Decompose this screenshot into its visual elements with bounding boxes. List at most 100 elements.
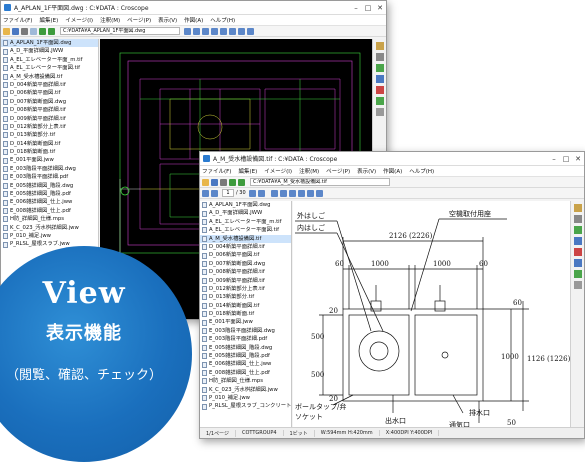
menu-annotate[interactable]: 注釈(M) — [100, 16, 120, 24]
file-list-item[interactable]: A_M_受水槽設備図.tif — [1, 73, 98, 81]
copy-icon[interactable] — [30, 27, 37, 35]
grid-icon[interactable] — [247, 27, 254, 35]
menu-draw[interactable]: 作図(A) — [184, 16, 203, 24]
file-list-item[interactable]: A_EL_エレベーター平面_m.tif — [1, 56, 98, 64]
file-list-item[interactable]: D_013新築部分.tif — [1, 131, 98, 139]
next-page-icon[interactable] — [248, 189, 256, 197]
file-list-item[interactable]: D_009新築平面詳細.tif — [1, 115, 98, 123]
file-list-item[interactable]: E_006雑詳細図_仕上.jww — [1, 198, 98, 206]
arrow-tool-icon[interactable] — [573, 259, 582, 267]
file-list-item[interactable]: D_007新築断面図.dwg — [200, 260, 291, 268]
back-icon[interactable] — [229, 178, 236, 186]
menu-page[interactable]: ページ(P) — [326, 167, 350, 175]
maximize-icon[interactable]: □ — [362, 4, 374, 12]
file-list-item[interactable]: E_006雑詳細図_仕上.jww — [200, 360, 291, 368]
zoom-out-icon[interactable] — [193, 27, 200, 35]
maximize-icon[interactable]: □ — [560, 155, 572, 163]
file-list-item[interactable]: A_EL_エレベーター平面図.tif — [1, 64, 98, 72]
pan-icon[interactable] — [306, 189, 314, 197]
print-icon[interactable] — [220, 178, 227, 186]
menu-annotate[interactable]: 注釈(M) — [299, 167, 319, 175]
file-list-item[interactable]: D_008新築平面詳細.tif — [200, 268, 291, 276]
fit-icon[interactable] — [202, 27, 209, 35]
menu-image[interactable]: イメージ(I) — [65, 16, 93, 24]
layer-icon[interactable] — [238, 27, 245, 35]
rotate-icon[interactable] — [211, 27, 218, 35]
path-field[interactable]: C:¥DATA¥A_APLAN_1F平面図.dwg — [60, 27, 180, 35]
menu-file[interactable]: ファイル(F) — [3, 16, 32, 24]
file-list-item[interactable]: E_003階段平面詳細図.dwg — [1, 165, 98, 173]
close-icon[interactable]: ✕ — [572, 155, 584, 163]
page-number-input[interactable]: 1 — [222, 189, 234, 197]
file-list-item[interactable]: E_005雑詳細図_階段.dwg — [1, 182, 98, 190]
file-list-item[interactable]: E_003階段平面詳細図.dwg — [200, 327, 291, 335]
file-list-item[interactable]: E_005雑詳細図_階段.dwg — [200, 344, 291, 352]
file-list-item[interactable]: E_001平面図.jww — [1, 156, 98, 164]
save-icon[interactable] — [12, 27, 19, 35]
file-list-item[interactable]: E_008雑詳細図_仕上.pdf — [200, 369, 291, 377]
prev-page-icon[interactable] — [211, 189, 218, 197]
zoom-out-icon[interactable] — [279, 189, 287, 197]
file-list-item[interactable]: A_APLAN_1F平面図.dwg — [200, 201, 291, 209]
fit-icon[interactable] — [288, 189, 296, 197]
file-list-item[interactable]: D_018新築断面.tif — [1, 148, 98, 156]
file-list-item[interactable]: P_010_補足.jww — [1, 232, 98, 240]
minimize-icon[interactable]: – — [548, 155, 560, 163]
last-page-icon[interactable] — [257, 189, 265, 197]
file-list-item[interactable]: P_RLSL_屋根スラブ_コンクリート.jww — [200, 402, 291, 410]
stamp-tool-icon[interactable] — [573, 281, 582, 289]
back-icon[interactable] — [39, 27, 46, 35]
menu-image[interactable]: イメージ(I) — [264, 167, 292, 175]
file-list-item[interactable]: D_008新築平面詳細.tif — [1, 106, 98, 114]
file-list-item[interactable]: E_003階段平面詳細.pdf — [200, 335, 291, 343]
file-list-item[interactable]: A_D_平面詳細図.JWW — [200, 209, 291, 217]
file-list-item[interactable]: D_012新築部分上表.tif — [1, 123, 98, 131]
menu-file[interactable]: ファイル(F) — [202, 167, 231, 175]
menu-help[interactable]: ヘルプ(H) — [210, 16, 235, 24]
file-list-item[interactable]: A_D_平面詳細図.JWW — [1, 47, 98, 55]
file-list-item[interactable]: A_M_受水槽設備図.tif — [200, 234, 291, 243]
print-icon[interactable] — [21, 27, 28, 35]
file-list-item[interactable]: E_003階段平面詳細.pdf — [1, 173, 98, 181]
circle-tool-icon[interactable] — [375, 86, 384, 94]
file-list-item[interactable]: D_009新築平面詳細.tif — [200, 277, 291, 285]
first-page-icon[interactable] — [202, 189, 209, 197]
menu-view[interactable]: 表示(V) — [357, 167, 376, 175]
menu-draw[interactable]: 作図(A) — [383, 167, 402, 175]
file-list-item[interactable]: D_004新築平面詳細.tif — [1, 81, 98, 89]
pan-icon[interactable] — [220, 27, 227, 35]
file-list-item[interactable]: E_005雑詳細図_階段.pdf — [1, 190, 98, 198]
forward-icon[interactable] — [48, 27, 55, 35]
file-list-item[interactable]: K_C_023_汚水桝詳細図.jww — [1, 224, 98, 232]
circle-tool-icon[interactable] — [573, 248, 582, 256]
note-tool-icon[interactable] — [375, 97, 384, 105]
forward-icon[interactable] — [238, 178, 245, 186]
open-folder-icon[interactable] — [202, 178, 209, 186]
file-list-item[interactable]: E_008雑詳細図_仕上.pdf — [1, 207, 98, 215]
menu-edit[interactable]: 編集(E) — [238, 167, 257, 175]
file-list-item[interactable]: D_014新築断面図.tif — [1, 140, 98, 148]
menu-view[interactable]: 表示(V) — [158, 16, 177, 24]
line-tool-icon[interactable] — [375, 64, 384, 72]
file-list-item[interactable]: P_010_補足.jww — [200, 394, 291, 402]
file-list-item[interactable]: E_005雑詳細図_階段.pdf — [200, 352, 291, 360]
file-list-item[interactable]: D_006新築平面図.tif — [200, 251, 291, 259]
file-list-item[interactable]: D_004新築平面詳細.tif — [200, 243, 291, 251]
file-list-item[interactable]: E_001平面図.jww — [200, 318, 291, 326]
file-list-item[interactable]: H防_詳細図_仕様.mps — [200, 377, 291, 385]
menu-edit[interactable]: 編集(E) — [39, 16, 58, 24]
save-icon[interactable] — [211, 178, 218, 186]
rect-tool-icon[interactable] — [573, 237, 582, 245]
file-list-item[interactable]: A_EL_エレベーター平面図.tif — [200, 226, 291, 234]
pen-tool-icon[interactable] — [573, 204, 582, 212]
menu-page[interactable]: ページ(P) — [127, 16, 151, 24]
file-list-item[interactable]: D_012新築部分上表.tif — [200, 285, 291, 293]
zoom-in-icon[interactable] — [270, 189, 278, 197]
viewer-window-front[interactable]: A_M_受水槽設備図.tif : C:¥DATA : Croscope – □ … — [199, 151, 585, 439]
file-list-item[interactable]: D_007新築断面図.dwg — [1, 98, 98, 106]
close-icon[interactable]: ✕ — [374, 4, 386, 12]
rotate-icon[interactable] — [297, 189, 305, 197]
note-tool-icon[interactable] — [573, 270, 582, 278]
line-tool-icon[interactable] — [573, 226, 582, 234]
file-list-item[interactable]: A_APLAN_1F平面図.dwg — [1, 39, 98, 48]
